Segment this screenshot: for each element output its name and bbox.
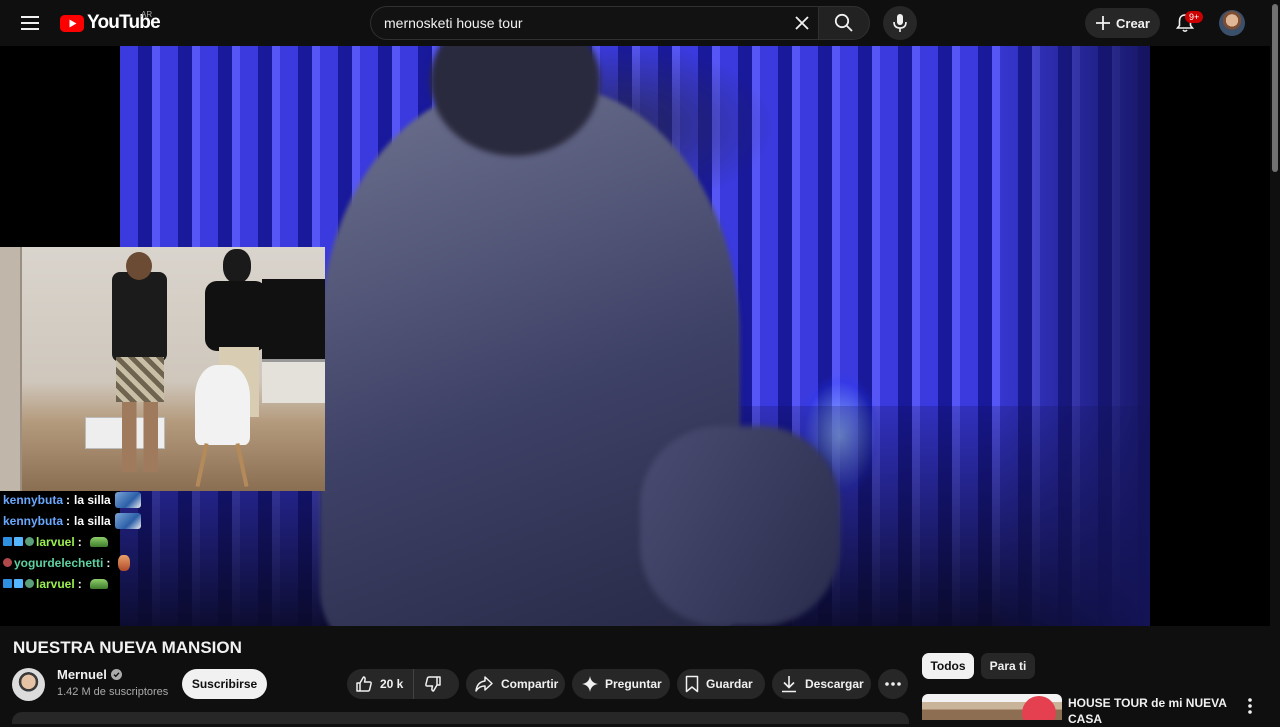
more-horizontal-icon (885, 682, 901, 686)
bookmark-icon (685, 675, 699, 693)
thumbs-down-icon (425, 676, 442, 692)
chat-username: kennybuta (3, 492, 64, 507)
channel-avatar[interactable] (12, 668, 45, 701)
chip-for-you[interactable]: Para ti (981, 653, 1035, 679)
chat-message: yogurdelechetti : (3, 552, 323, 573)
chat-username: larvuel (36, 576, 75, 591)
chair-emote-icon (114, 512, 141, 529)
chat-separator: : (66, 492, 71, 507)
notifications-badge: 9+ (1185, 11, 1204, 23)
save-label: Guardar (706, 677, 753, 691)
country-code: AR (141, 10, 153, 19)
clear-search-icon[interactable] (786, 8, 818, 38)
subscribe-button[interactable]: Suscribirse (182, 669, 267, 699)
badge-icon (3, 579, 12, 588)
chat-text: la silla (74, 492, 111, 507)
channel-name: Mernuel (57, 667, 107, 682)
search-box (370, 6, 818, 40)
subscriber-count: 1.42 M de suscriptores (57, 686, 169, 698)
cam-shelf (262, 359, 325, 403)
page-scrollbar[interactable] (1270, 0, 1280, 720)
car-emote-icon (89, 578, 108, 589)
badge-icon (25, 579, 34, 588)
face-emote-icon (118, 554, 131, 571)
share-button[interactable]: Compartir (466, 669, 565, 699)
save-button[interactable]: Guardar (677, 669, 765, 699)
chat-text: la silla (74, 513, 111, 528)
like-count: 20 k (380, 677, 404, 691)
share-icon (475, 676, 493, 692)
chat-username: larvuel (36, 534, 75, 549)
search-icon (834, 13, 853, 32)
chat-message: larvuel : (3, 531, 323, 552)
chat-message: larvuel : (3, 573, 323, 594)
share-label: Compartir (501, 677, 559, 691)
video-player[interactable]: kennybuta : la silla kennybuta : la sill… (0, 46, 1270, 626)
youtube-play-icon (60, 14, 84, 32)
webcam-overlay (0, 247, 325, 491)
video-person-arm (640, 426, 840, 626)
search-button[interactable] (818, 6, 870, 40)
dislike-button[interactable] (414, 669, 442, 699)
cam-door (0, 247, 22, 491)
chat-message: kennybuta : la silla (3, 510, 323, 531)
chat-separator: : (106, 555, 111, 570)
ask-label: Preguntar (605, 677, 662, 691)
account-avatar[interactable] (1219, 10, 1245, 36)
download-icon (782, 676, 796, 693)
masthead: YouTube AR Crear 9+ (0, 0, 1280, 46)
search-input[interactable] (384, 7, 784, 39)
badge-icon (3, 537, 12, 546)
recommendation-thumbnail[interactable] (922, 694, 1062, 720)
thumbs-up-icon (356, 676, 372, 692)
sparkle-icon (582, 676, 598, 692)
verified-icon (110, 669, 122, 680)
ask-button[interactable]: Preguntar (572, 669, 670, 699)
channel-name-link[interactable]: Mernuel (57, 667, 122, 682)
chat-username: kennybuta (3, 513, 64, 528)
more-actions-button[interactable] (878, 669, 908, 699)
like-button[interactable]: 20 k (355, 669, 415, 699)
voice-search-button[interactable] (883, 6, 917, 40)
chat-separator: : (77, 534, 82, 549)
microphone-icon (893, 14, 907, 32)
download-label: Descargar (805, 677, 864, 691)
chat-separator: : (77, 576, 82, 591)
download-button[interactable]: Descargar (772, 669, 871, 699)
recommendation-title[interactable]: HOUSE TOUR de mi NUEVA CASA (1068, 695, 1233, 727)
like-dislike-group: 20 k (347, 669, 459, 699)
plus-icon (1096, 16, 1110, 30)
create-label: Crear (1116, 15, 1150, 31)
chat-separator: : (66, 513, 71, 528)
cam-tv (262, 279, 325, 359)
menu-icon[interactable] (14, 7, 46, 39)
create-button[interactable]: Crear (1085, 8, 1160, 38)
car-emote-icon (89, 536, 108, 547)
scrollbar-thumb[interactable] (1272, 4, 1278, 172)
badge-icon (14, 579, 23, 588)
description-box[interactable] (12, 712, 909, 724)
video-title: NUESTRA NUEVA MANSION (13, 638, 242, 657)
badge-icon (14, 537, 23, 546)
cam-person (112, 252, 167, 472)
video-shadow-right (1000, 46, 1150, 626)
chat-username: yogurdelechetti (14, 555, 104, 570)
chip-all[interactable]: Todos (922, 653, 974, 679)
badge-icon (25, 537, 34, 546)
chat-message: kennybuta : la silla (3, 489, 323, 510)
chat-overlay: kennybuta : la silla kennybuta : la sill… (3, 489, 323, 594)
chair-emote-icon (114, 491, 141, 508)
thumbnail-face (1022, 696, 1056, 720)
cam-chair (190, 365, 260, 487)
badge-icon (3, 558, 12, 567)
recommendation-menu-icon[interactable] (1240, 696, 1260, 716)
